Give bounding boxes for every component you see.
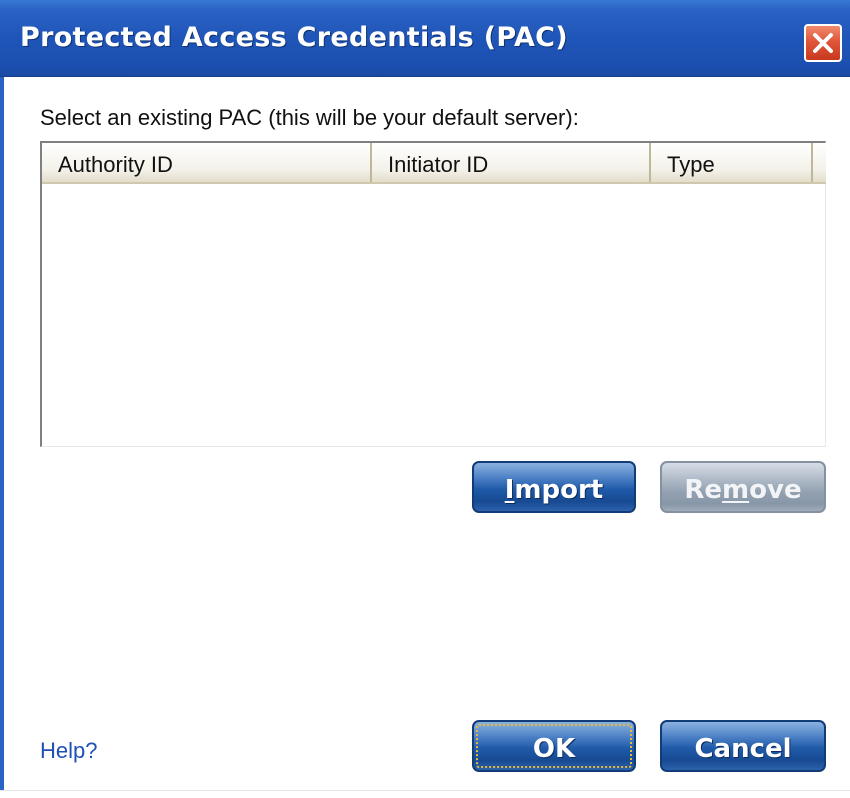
list-header: Authority ID Initiator ID Type — [42, 143, 826, 184]
close-icon — [811, 31, 835, 55]
dialog-title: Protected Access Credentials (PAC) — [20, 22, 568, 53]
import-button[interactable]: Import — [472, 461, 636, 513]
cancel-button-label: Cancel — [694, 734, 792, 764]
title-bar[interactable]: Protected Access Credentials (PAC) — [0, 0, 850, 77]
instruction-label: Select an existing PAC (this will be you… — [40, 105, 579, 130]
pac-dialog: Protected Access Credentials (PAC) Selec… — [0, 0, 850, 798]
import-button-label: Import — [504, 475, 604, 505]
ok-button-label: OK — [532, 734, 576, 764]
list-rows[interactable] — [42, 184, 826, 446]
column-header-initiator-id[interactable]: Initiator ID — [372, 143, 651, 182]
remove-button[interactable]: Remove — [660, 461, 826, 513]
column-header-authority-id[interactable]: Authority ID — [42, 143, 372, 182]
cancel-button[interactable]: Cancel — [660, 720, 826, 772]
help-link[interactable]: Help? — [40, 738, 97, 764]
remove-button-label: Remove — [684, 475, 802, 505]
column-header-type[interactable]: Type — [651, 143, 813, 182]
ok-button[interactable]: OK — [472, 720, 636, 772]
close-button[interactable] — [804, 24, 842, 62]
pac-list[interactable]: Authority ID Initiator ID Type — [40, 141, 826, 447]
